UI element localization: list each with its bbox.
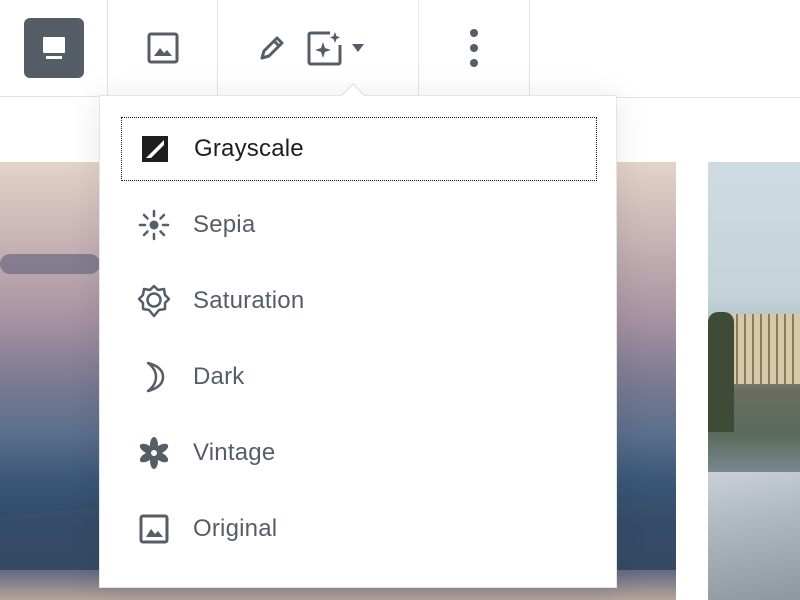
moon-icon <box>137 360 171 394</box>
menu-item-label: Vintage <box>193 439 276 466</box>
image-icon <box>147 32 178 64</box>
gallery-image-plaza <box>708 162 800 600</box>
more-options-button[interactable] <box>444 18 504 78</box>
block-toolbar <box>0 0 530 97</box>
toolbar-group-more <box>419 0 529 96</box>
image-icon <box>137 512 171 546</box>
trees <box>708 312 734 432</box>
menu-item-sepia[interactable]: Sepia <box>121 193 597 257</box>
saturation-gear-icon <box>137 284 171 318</box>
toolbar-group-edit <box>218 0 419 96</box>
pencil-icon <box>260 36 284 60</box>
menu-item-grayscale[interactable]: Grayscale <box>121 117 597 181</box>
cloud <box>0 254 100 274</box>
edit-button[interactable] <box>252 18 292 78</box>
sun-icon <box>137 208 171 242</box>
chevron-down-icon <box>352 44 364 52</box>
filters-popover: Grayscale Sepia Saturation Dark Vintage … <box>99 95 617 588</box>
media-button[interactable] <box>133 18 193 78</box>
toolbar-group-media <box>108 0 218 96</box>
menu-item-label: Dark <box>193 363 245 390</box>
grayscale-icon <box>138 132 172 166</box>
menu-item-label: Saturation <box>193 287 305 314</box>
menu-item-label: Sepia <box>193 211 256 238</box>
sparkle-image-icon <box>307 31 342 66</box>
block-type-button[interactable] <box>23 18 84 78</box>
filters-dropdown-button[interactable] <box>306 29 364 67</box>
menu-item-vintage[interactable]: Vintage <box>121 421 597 485</box>
vertical-ellipsis-icon <box>470 29 478 67</box>
monitor-icon <box>42 37 65 59</box>
toolbar-group-block <box>0 0 108 96</box>
plaza-reflection <box>708 472 800 600</box>
flower-icon <box>137 436 171 470</box>
menu-item-original[interactable]: Original <box>121 497 597 561</box>
menu-item-label: Grayscale <box>194 135 304 162</box>
menu-item-dark[interactable]: Dark <box>121 345 597 409</box>
menu-item-label: Original <box>193 515 278 542</box>
menu-item-saturation[interactable]: Saturation <box>121 269 597 333</box>
popover-arrow-fill <box>341 85 365 97</box>
